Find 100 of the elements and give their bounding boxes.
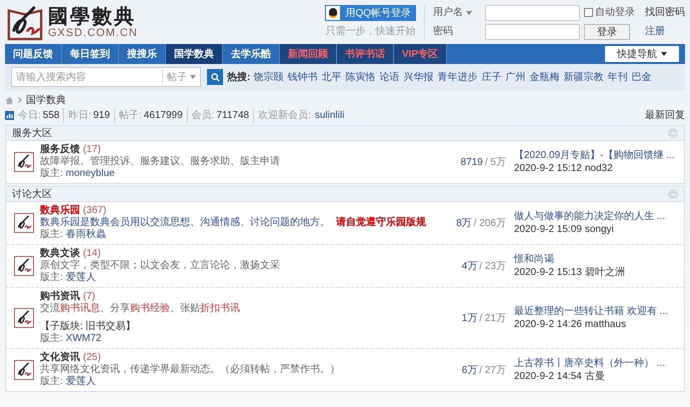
- hot-search-link[interactable]: 北平: [321, 70, 342, 84]
- forum-title[interactable]: 数典乐园: [40, 205, 80, 217]
- last-poster[interactable]: 碧叶之洲: [584, 266, 625, 279]
- stat-value: 919: [93, 109, 110, 123]
- topic-count: (25): [83, 352, 101, 364]
- welcome-label: 欢迎新会员:: [258, 108, 311, 123]
- stat-value: 558: [42, 109, 60, 123]
- last-post-link[interactable]: 憬和尚谒: [514, 253, 676, 266]
- forum-title[interactable]: 购书资讯: [40, 291, 80, 303]
- last-post-link[interactable]: 上古荐书丨唐卒史料（外一种） ...: [514, 357, 676, 370]
- register-link[interactable]: 注册: [645, 24, 685, 39]
- qq-login-hint: 只需一步，快速开始: [326, 24, 416, 39]
- post-count: / 27万: [479, 364, 506, 378]
- caret-icon: [661, 52, 667, 56]
- hot-search-link[interactable]: 青年进步: [437, 70, 478, 84]
- stat-label: 会员:: [192, 109, 214, 123]
- nav-tab[interactable]: 国学数典: [166, 44, 223, 64]
- last-post-time: 2020-9-2 14:26: [514, 318, 582, 331]
- username-field[interactable]: [485, 4, 580, 20]
- moderator-link[interactable]: 爱莲人: [66, 376, 96, 388]
- book-logo-icon: [14, 256, 34, 276]
- book-logo-icon: [14, 152, 34, 172]
- qq-login-button[interactable]: 用QQ帐号登录: [325, 5, 416, 21]
- book-logo-icon: [14, 360, 34, 380]
- topic-count: (17): [83, 144, 101, 156]
- post-count: / 206万: [474, 216, 506, 230]
- book-logo-icon: [14, 308, 34, 328]
- username-dropdown[interactable]: 用户名: [433, 5, 481, 20]
- thread-count: 8719: [460, 156, 483, 170]
- book-logo-icon: [14, 213, 34, 233]
- hot-search-link[interactable]: 陈寅恪: [345, 70, 376, 84]
- last-post-link[interactable]: 最近整理的一些转让书籍 欢迎有 ...: [514, 305, 676, 318]
- last-post-time: 2020-9-2 15:13: [514, 266, 582, 279]
- new-member-link[interactable]: sulinlili: [314, 108, 344, 123]
- moderator-label: 版主:: [40, 333, 63, 345]
- search-button[interactable]: [207, 69, 223, 85]
- last-post-link[interactable]: 【2020.09月专贴】-【购物回馈继 ...: [514, 149, 676, 162]
- last-post-time: 2020-9-2 15:12: [514, 162, 582, 175]
- thread-count: 8万: [456, 216, 472, 230]
- last-post-time: 2020-9-2 15:09: [514, 223, 582, 236]
- stat-label: 今日:: [18, 109, 41, 123]
- moderator-link[interactable]: 春雨秋蟲: [66, 229, 106, 241]
- last-poster[interactable]: 古曼: [584, 370, 605, 383]
- stat-value: 711748: [216, 109, 250, 123]
- topic-count: (367): [83, 205, 106, 216]
- auto-login-checkbox[interactable]: 自动登录: [584, 5, 635, 20]
- password-field[interactable]: [485, 24, 580, 40]
- thread-count: 6万: [462, 364, 478, 378]
- hot-search-link[interactable]: 金瓶梅: [529, 70, 560, 84]
- password-label: 密码: [433, 24, 454, 39]
- moderator-label: 版主:: [40, 229, 63, 241]
- forum-title[interactable]: 数典文谈: [40, 248, 80, 260]
- stat-label: 帖子:: [118, 108, 142, 123]
- quick-nav-button[interactable]: 快捷导航: [605, 46, 679, 62]
- forum-title[interactable]: 文化资讯: [40, 352, 80, 364]
- moderator-label: 版主:: [40, 272, 63, 284]
- last-poster[interactable]: matthaus: [584, 318, 626, 331]
- hot-search-link[interactable]: 新疆宗教: [563, 70, 604, 84]
- moderator-link[interactable]: XWM72: [66, 333, 102, 345]
- logo-domain: GXSD.COM.CN: [48, 27, 138, 39]
- hot-search-link[interactable]: 兴华报: [403, 70, 434, 84]
- login-button[interactable]: 登录: [584, 24, 630, 40]
- hot-search-link[interactable]: 年刊: [607, 70, 628, 84]
- last-poster[interactable]: nod32: [584, 162, 613, 175]
- stat-value: 4617999: [144, 109, 183, 123]
- post-count: / 23万: [479, 260, 506, 274]
- hot-search-link[interactable]: 巴金: [631, 70, 652, 84]
- logo-title: 國學數典: [48, 5, 137, 27]
- hot-search-link[interactable]: 钱钟书: [287, 70, 318, 84]
- chevron-icon: [18, 97, 22, 103]
- hot-search-link[interactable]: 饶宗颐: [253, 70, 284, 84]
- caret-icon: [466, 10, 472, 14]
- collapse-icon[interactable]: [668, 189, 678, 199]
- book-logo-icon: [5, 3, 45, 41]
- stat-label: 昨日:: [68, 109, 92, 123]
- last-post-link[interactable]: 做人与做事的能力决定你的人生 ...: [514, 210, 676, 223]
- forgot-password-link[interactable]: 找回密码: [645, 5, 685, 20]
- latest-replies-link[interactable]: 最新回复: [645, 108, 685, 123]
- home-icon[interactable]: [5, 96, 14, 104]
- forum-description: 交流购书讯息、分享购书经验、张贴折扣书讯: [40, 303, 241, 315]
- moderator-label: 版主:: [40, 376, 63, 388]
- last-post-time: 2020-9-2 14:54: [514, 370, 582, 383]
- forum-description: 原创文字，类型不限；以文会友，立言论论，激扬文采: [40, 260, 281, 272]
- thread-count: 1万: [462, 312, 478, 326]
- chart-icon: [5, 111, 14, 120]
- moderator-link[interactable]: 爱莲人: [66, 272, 96, 284]
- hot-search-link[interactable]: 庄子: [481, 70, 502, 84]
- last-poster[interactable]: songyi: [584, 223, 614, 236]
- moderator-link[interactable]: moneyblue: [66, 168, 115, 180]
- forum-description: 故障举报、管理投诉、服务建议、服务求助、版主申请: [40, 156, 281, 168]
- forum-description: 数典乐园是数典会员用以交流思想、沟通情感、讨论问题的地方。 请自觉遵守乐园版规: [40, 217, 427, 228]
- subforum-link[interactable]: 【子版块: 旧书交易】: [40, 321, 452, 333]
- moderator-label: 版主:: [40, 168, 63, 180]
- hot-search-link[interactable]: 论语: [379, 70, 400, 84]
- hot-search-link[interactable]: 广州: [505, 70, 526, 84]
- forum-description: 共享网络文化资讯，传递学界最新动态。（必须转帖，严禁作书。）: [40, 364, 341, 376]
- penguin-icon: [325, 5, 342, 21]
- forum-title[interactable]: 服务反馈: [40, 144, 80, 156]
- collapse-icon[interactable]: [668, 128, 678, 138]
- breadcrumb-link[interactable]: 国学数典: [26, 92, 66, 108]
